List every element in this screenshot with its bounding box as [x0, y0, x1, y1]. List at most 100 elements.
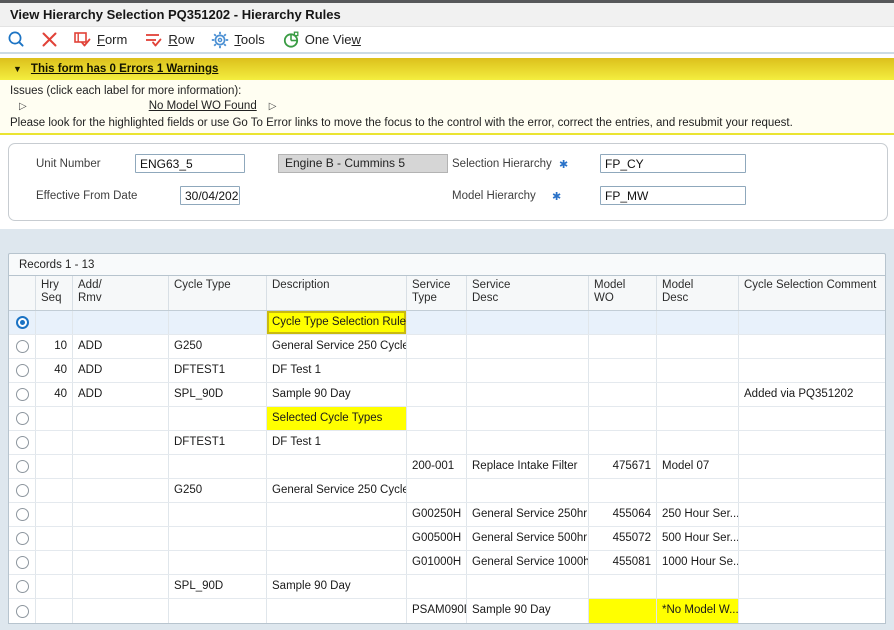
- tools-menu-button[interactable]: Tools: [211, 31, 264, 49]
- cell-add_rmv: [73, 503, 169, 526]
- model-hierarchy-input[interactable]: [600, 186, 746, 205]
- row-radio[interactable]: [16, 364, 29, 377]
- row-radio[interactable]: [16, 580, 29, 593]
- cell-hry_seq: [36, 431, 73, 454]
- row-radio[interactable]: [16, 532, 29, 545]
- cell-description: General Service 250 Cycle: [267, 479, 407, 502]
- row-radio[interactable]: [16, 605, 29, 618]
- issues-label: Issues (click each label for more inform…: [10, 85, 884, 97]
- cell-comment: [739, 527, 885, 550]
- one-view-label: One View: [305, 32, 361, 47]
- table-row: 10ADDG250General Service 250 Cycle: [9, 335, 885, 359]
- one-view-button[interactable]: One View: [282, 31, 361, 49]
- cell-hry_seq: [36, 503, 73, 526]
- cell-hry_seq: [36, 407, 73, 430]
- cell-comment: [739, 311, 885, 334]
- table-row: PSAM090DSample 90 Day*No Model W...: [9, 599, 885, 623]
- table-row: Selected Cycle Types: [9, 407, 885, 431]
- column-header-add_rmv: Add/ Rmv: [73, 276, 169, 310]
- warning-summary[interactable]: This form has 0 Errors 1 Warnings: [31, 63, 218, 75]
- cell-service_type: [407, 383, 467, 406]
- cell-model_desc: [657, 383, 739, 406]
- cell-model_desc: [657, 359, 739, 382]
- page-title: View Hierarchy Selection PQ351202 - Hier…: [10, 7, 341, 22]
- cell-add_rmv: [73, 551, 169, 574]
- cell-service_desc: [467, 407, 589, 430]
- row-radio[interactable]: [16, 556, 29, 569]
- row-radio[interactable]: [16, 436, 29, 449]
- row-radio[interactable]: [16, 340, 29, 353]
- hierarchy-rules-grid: Hry SeqAdd/ RmvCycle TypeDescriptionServ…: [8, 275, 886, 624]
- row-radio[interactable]: [16, 460, 29, 473]
- cell-select: [9, 503, 36, 526]
- toolbar: Form Row Tools One View: [0, 27, 894, 54]
- cell-comment: [739, 551, 885, 574]
- table-row: G00250HGeneral Service 250hr455064250 Ho…: [9, 503, 885, 527]
- cell-select: [9, 575, 36, 598]
- cell-cycle_type: [169, 527, 267, 550]
- row-radio[interactable]: [16, 412, 29, 425]
- row-menu-button[interactable]: Row: [144, 31, 194, 48]
- close-icon: [41, 31, 58, 48]
- grid-rows: Cycle Type Selection Rules10ADDG250Gener…: [9, 311, 885, 623]
- cell-select: [9, 551, 36, 574]
- close-button[interactable]: [41, 31, 58, 48]
- cell-description: DF Test 1: [267, 359, 407, 382]
- table-row: 40ADDSPL_90DSample 90 DayAdded via PQ351…: [9, 383, 885, 407]
- cell-model_desc: [657, 311, 739, 334]
- grid-section: Records 1 - 13 Hry SeqAdd/ RmvCycle Type…: [0, 229, 894, 630]
- form-exit-icon: [73, 31, 92, 48]
- cell-model_wo: 455072: [589, 527, 657, 550]
- cell-service_desc: General Service 250hr: [467, 503, 589, 526]
- cell-add_rmv: [73, 599, 169, 623]
- cell-cycle_type: G250: [169, 335, 267, 358]
- cell-add_rmv: [73, 479, 169, 502]
- row-radio[interactable]: [16, 484, 29, 497]
- cell-hry_seq: [36, 311, 73, 334]
- cell-service_type: [407, 311, 467, 334]
- cell-service_type: [407, 431, 467, 454]
- table-row: 40ADDDFTEST1DF Test 1: [9, 359, 885, 383]
- search-button[interactable]: [7, 30, 26, 49]
- cell-add_rmv: ADD: [73, 383, 169, 406]
- cell-comment: [739, 407, 885, 430]
- cell-model_wo: [589, 383, 657, 406]
- effective-from-date-input[interactable]: [180, 186, 240, 205]
- cell-model_wo: [589, 599, 657, 623]
- cell-select: [9, 335, 36, 358]
- form-menu-button[interactable]: Form: [73, 31, 127, 48]
- column-header-cycle_type: Cycle Type: [169, 276, 267, 310]
- cell-cycle_type: SPL_90D: [169, 575, 267, 598]
- cell-service_desc: [467, 479, 589, 502]
- required-asterisk-icon: ✱: [559, 158, 568, 171]
- search-icon: [7, 30, 26, 49]
- cell-comment: [739, 359, 885, 382]
- cell-service_desc: Replace Intake Filter: [467, 455, 589, 478]
- row-radio[interactable]: [16, 388, 29, 401]
- issue-link[interactable]: No Model WO Found: [149, 100, 257, 112]
- cell-add_rmv: [73, 455, 169, 478]
- selection-hierarchy-input[interactable]: [600, 154, 746, 173]
- cell-service_type: G00250H: [407, 503, 467, 526]
- issue-next-arrow-icon[interactable]: ▷: [269, 101, 277, 112]
- gear-icon: [211, 31, 229, 49]
- unit-number-input[interactable]: [135, 154, 245, 173]
- unit-number-label: Unit Number: [36, 158, 101, 170]
- cell-model_desc: 1000 Hour Se...: [657, 551, 739, 574]
- one-view-pie-icon: [282, 31, 300, 49]
- row-radio-selected[interactable]: [16, 316, 29, 329]
- table-row: Cycle Type Selection Rules: [9, 311, 885, 335]
- cell-description: [267, 503, 407, 526]
- cell-model_wo: [589, 311, 657, 334]
- cell-hry_seq: [36, 455, 73, 478]
- records-count-bar: Records 1 - 13: [8, 253, 886, 275]
- cell-service_desc: [467, 311, 589, 334]
- cell-model_desc: Model 07: [657, 455, 739, 478]
- cell-description: [267, 527, 407, 550]
- row-radio[interactable]: [16, 508, 29, 521]
- issue-prev-arrow-icon[interactable]: ▷: [19, 101, 27, 112]
- table-row: SPL_90DSample 90 Day: [9, 575, 885, 599]
- cell-model_wo: [589, 431, 657, 454]
- cell-select: [9, 431, 36, 454]
- warning-banner-header[interactable]: ▼ This form has 0 Errors 1 Warnings: [0, 58, 894, 80]
